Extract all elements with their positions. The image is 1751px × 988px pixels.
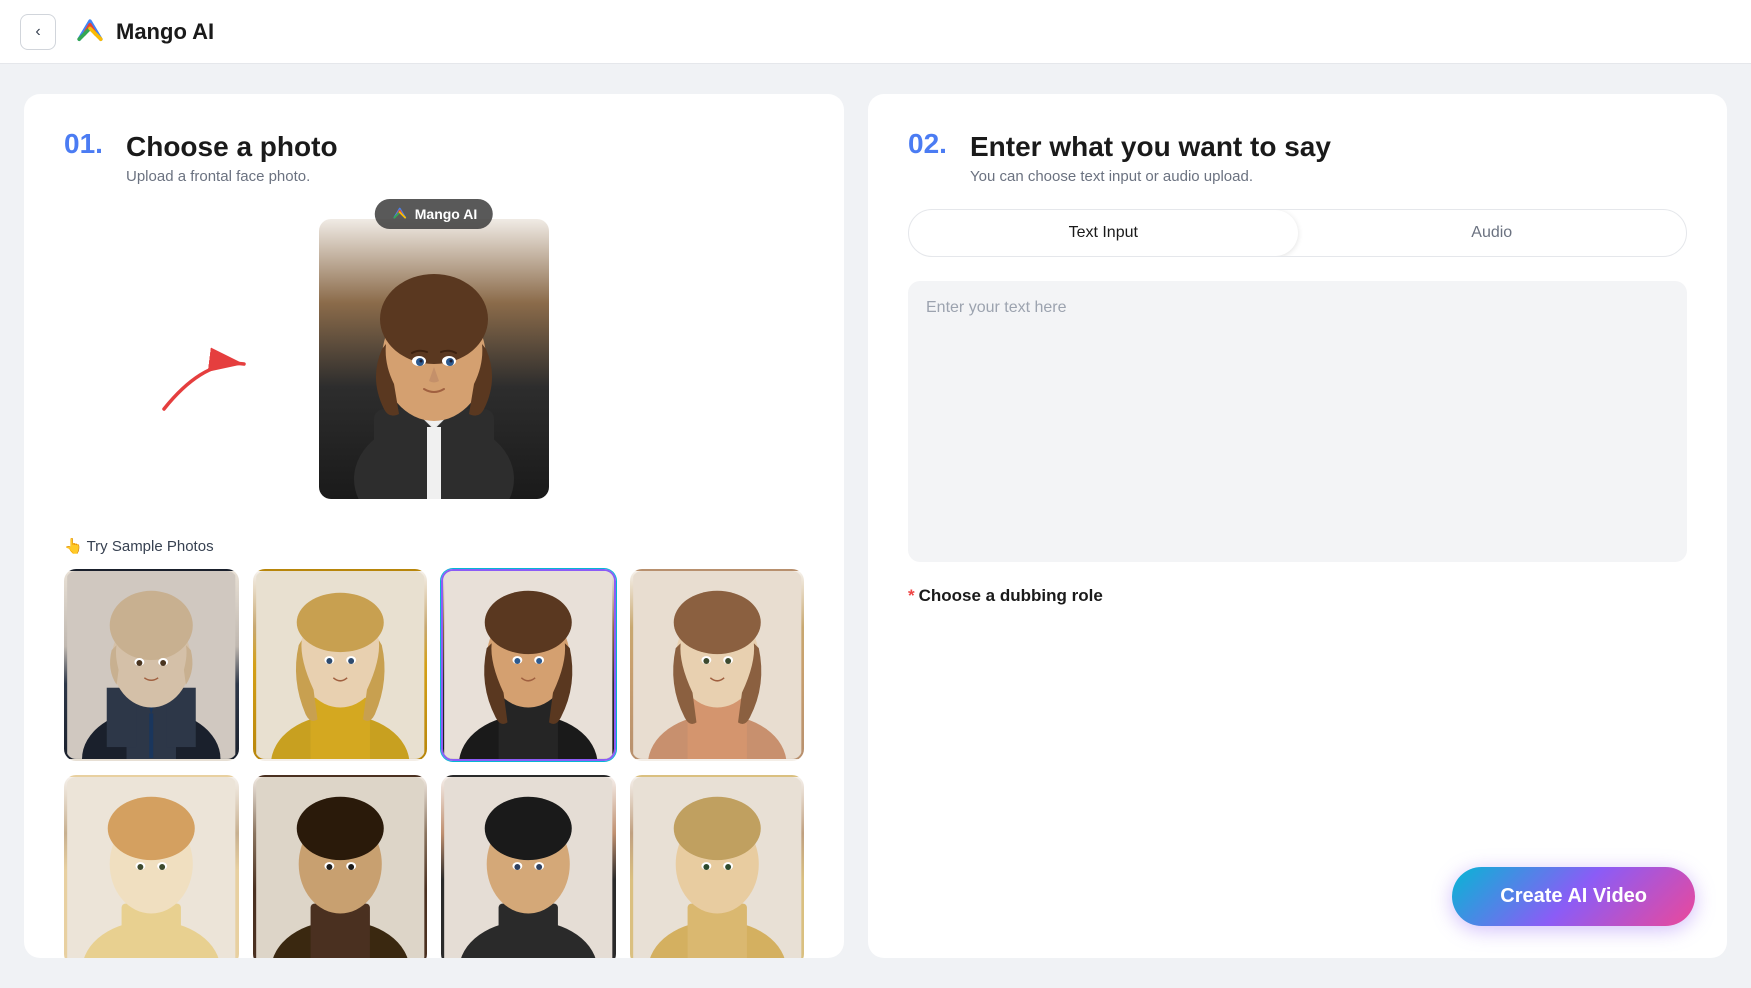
back-button[interactable]: ‹: [20, 14, 56, 50]
input-type-tabs: Text Input Audio: [908, 209, 1687, 257]
step2-subtitle: You can choose text input or audio uploa…: [970, 168, 1331, 185]
step1-title-wrap: Choose a photo Upload a frontal face pho…: [126, 130, 338, 185]
right-panel: 02. Enter what you want to say You can c…: [868, 94, 1727, 958]
sample-photo-1[interactable]: [64, 569, 239, 761]
required-star: *: [908, 586, 915, 605]
sample-photo-8[interactable]: [630, 775, 805, 958]
sample-photo-6[interactable]: [253, 775, 428, 958]
photo-preview-container: Mango AI: [319, 219, 549, 499]
sample-photo-3[interactable]: [441, 569, 616, 761]
step2-number: 02.: [908, 130, 958, 158]
create-ai-video-button[interactable]: Create AI Video: [1452, 867, 1695, 926]
sample-photo-2[interactable]: [253, 569, 428, 761]
dubbing-role-label: *Choose a dubbing role: [908, 586, 1687, 606]
step1-number: 01.: [64, 130, 114, 158]
logo-area: Mango AI: [72, 14, 214, 50]
photo-badge: Mango AI: [375, 199, 493, 229]
back-icon: ‹: [35, 23, 40, 41]
main-content: 01. Choose a photo Upload a frontal face…: [0, 64, 1751, 988]
sample-photos-grid: [64, 569, 804, 958]
photo-upload-area[interactable]: Mango AI: [64, 209, 804, 509]
arrow-indicator: [144, 339, 264, 424]
badge-text: Mango AI: [415, 206, 477, 222]
left-panel: 01. Choose a photo Upload a frontal face…: [24, 94, 844, 958]
uploaded-photo: [319, 219, 549, 499]
step2-header: 02. Enter what you want to say You can c…: [908, 130, 1687, 185]
tab-text-input[interactable]: Text Input: [909, 210, 1298, 256]
header: ‹ Mango AI: [0, 0, 1751, 64]
sample-photo-5[interactable]: [64, 775, 239, 958]
step1-header: 01. Choose a photo Upload a frontal face…: [64, 130, 804, 185]
text-input-area: [908, 281, 1687, 562]
sample-photo-4[interactable]: [630, 569, 805, 761]
step1-subtitle: Upload a frontal face photo.: [126, 168, 338, 185]
step2-title: Enter what you want to say: [970, 130, 1331, 164]
sample-photo-7[interactable]: [441, 775, 616, 958]
text-input-field[interactable]: [926, 299, 1669, 539]
tab-audio[interactable]: Audio: [1298, 210, 1687, 256]
logo-text: Mango AI: [116, 19, 214, 45]
step2-title-wrap: Enter what you want to say You can choos…: [970, 130, 1331, 185]
sample-photos-label: 👆 Try Sample Photos: [64, 537, 804, 555]
step1-title: Choose a photo: [126, 130, 338, 164]
mango-ai-logo-icon: [72, 14, 108, 50]
